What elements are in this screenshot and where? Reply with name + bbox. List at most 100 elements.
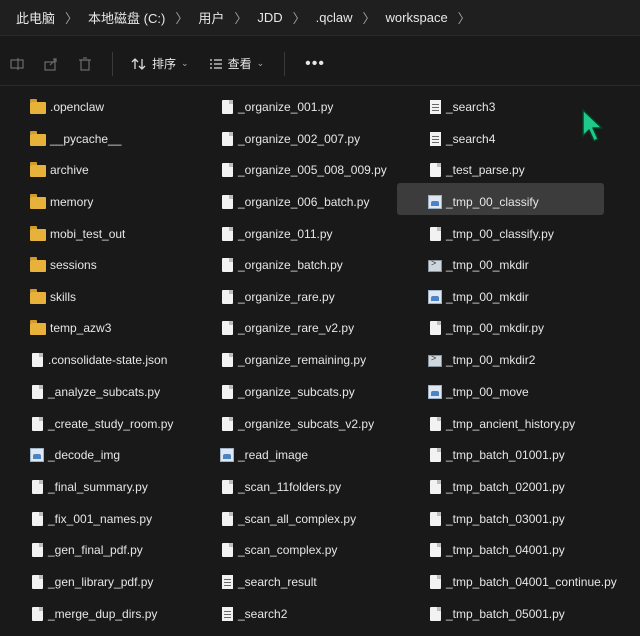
breadcrumb-users[interactable]: 用户 xyxy=(192,8,230,27)
file-item[interactable]: _read_image xyxy=(220,443,308,467)
folder-item[interactable]: .openclaw xyxy=(30,95,104,119)
file-item[interactable]: _tmp_00_classify xyxy=(428,190,539,214)
item-label: _search_result xyxy=(238,575,317,589)
file-item[interactable]: _organize_006_batch.py xyxy=(220,190,369,214)
file-icon xyxy=(32,543,43,557)
file-icon xyxy=(32,353,43,367)
chevron-right-icon[interactable]: 〉 xyxy=(230,8,251,27)
image-file-icon xyxy=(428,385,442,399)
text-document-icon xyxy=(430,132,441,146)
file-item[interactable]: _tmp_00_mkdir2 xyxy=(428,348,535,372)
file-item[interactable]: _final_summary.py xyxy=(30,475,148,499)
file-item[interactable]: _tmp_ancient_history.py xyxy=(428,412,575,436)
file-item[interactable]: _search3 xyxy=(428,95,495,119)
chevron-right-icon[interactable]: 〉 xyxy=(359,8,380,27)
file-item[interactable]: _fix_001_names.py xyxy=(30,507,152,531)
file-item[interactable]: _organize_011.py xyxy=(220,222,333,246)
item-label: _scan_11folders.py xyxy=(238,480,342,494)
image-file-icon xyxy=(30,448,44,462)
file-item[interactable]: .consolidate-state.json xyxy=(30,348,167,372)
file-icon xyxy=(32,417,43,431)
file-item[interactable]: _test_parse.py xyxy=(428,158,525,182)
folder-item[interactable]: mobi_test_out xyxy=(30,222,125,246)
file-item[interactable]: _tmp_00_move xyxy=(428,380,529,404)
item-label: _decode_img xyxy=(48,448,121,462)
chevron-right-icon[interactable]: 〉 xyxy=(289,8,310,27)
item-label: _gen_library_pdf.py xyxy=(48,575,154,589)
command-bar: 排序 ⌄ 查看 ⌄ ••• xyxy=(0,42,640,86)
view-button[interactable]: 查看 ⌄ xyxy=(199,49,275,79)
file-item[interactable]: _scan_complex.py xyxy=(220,538,337,562)
file-icon xyxy=(222,195,233,209)
toolbar-divider xyxy=(284,51,286,76)
file-item[interactable]: _tmp_batch_04001.py xyxy=(428,538,565,562)
file-item[interactable]: _organize_subcats_v2.py xyxy=(220,412,374,436)
file-item[interactable]: _organize_001.py xyxy=(220,95,333,119)
item-label: _tmp_batch_05001.py xyxy=(446,607,565,621)
folder-item[interactable]: archive xyxy=(30,158,89,182)
file-item[interactable]: _decode_img xyxy=(30,443,120,467)
folder-item[interactable]: sessions xyxy=(30,253,97,277)
file-item[interactable]: _search2 xyxy=(220,602,287,626)
file-item[interactable]: _organize_005_008_009.py xyxy=(220,158,387,182)
file-item[interactable]: _search_result xyxy=(220,570,317,594)
item-label: _organize_011.py xyxy=(238,227,333,241)
share-icon[interactable] xyxy=(34,49,68,79)
file-item[interactable]: _organize_rare.py xyxy=(220,285,335,309)
folder-item[interactable]: memory xyxy=(30,190,93,214)
file-item[interactable]: _merge_dup_dirs.py xyxy=(30,602,157,626)
file-item[interactable]: _create_study_room.py xyxy=(30,412,173,436)
file-icon xyxy=(430,448,441,462)
folder-icon xyxy=(30,257,46,272)
file-item[interactable]: _tmp_batch_02001.py xyxy=(428,475,565,499)
item-label: _tmp_batch_02001.py xyxy=(446,480,565,494)
file-item[interactable]: _scan_all_complex.py xyxy=(220,507,356,531)
file-item[interactable]: _tmp_batch_04001_continue.py xyxy=(428,570,617,594)
item-label: _tmp_00_mkdir2 xyxy=(446,353,536,367)
item-label: _tmp_ancient_history.py xyxy=(446,417,576,431)
chevron-right-icon[interactable]: 〉 xyxy=(171,8,192,27)
file-item[interactable]: _tmp_00_mkdir xyxy=(428,285,529,309)
folder-icon xyxy=(30,320,46,335)
file-item[interactable]: _organize_remaining.py xyxy=(220,348,366,372)
file-item[interactable]: _search4 xyxy=(428,127,495,151)
item-label: _search3 xyxy=(446,100,496,114)
file-item[interactable]: _tmp_00_classify.py xyxy=(428,222,554,246)
breadcrumb-local-disk[interactable]: 本地磁盘 (C:) xyxy=(82,8,171,27)
file-item[interactable]: _tmp_batch_03001.py xyxy=(428,507,565,531)
folder-item[interactable]: skills xyxy=(30,285,76,309)
item-label: _tmp_batch_01001.py xyxy=(446,448,565,462)
image-file-icon xyxy=(428,290,442,304)
breadcrumb-workspace[interactable]: workspace xyxy=(380,10,454,25)
delete-icon[interactable] xyxy=(68,49,102,79)
rename-icon[interactable] xyxy=(0,49,34,79)
chevron-right-icon[interactable]: 〉 xyxy=(61,8,82,27)
file-icon xyxy=(430,321,441,335)
file-item[interactable]: _organize_002_007.py xyxy=(220,127,360,151)
file-item[interactable]: _organize_batch.py xyxy=(220,253,343,277)
file-icon xyxy=(222,290,233,304)
file-item[interactable]: _analyze_subcats.py xyxy=(30,380,160,404)
file-item[interactable]: _tmp_00_mkdir.py xyxy=(428,316,544,340)
folder-item[interactable]: __pycache__ xyxy=(30,127,121,151)
file-item[interactable]: _gen_final_pdf.py xyxy=(30,538,143,562)
breadcrumb-jdd[interactable]: JDD xyxy=(251,10,288,25)
file-item[interactable]: _gen_library_pdf.py xyxy=(30,570,153,594)
item-label: _scan_complex.py xyxy=(238,543,338,557)
file-icon xyxy=(32,607,43,621)
file-item[interactable]: _tmp_00_mkdir xyxy=(428,253,529,277)
file-item[interactable]: _organize_rare_v2.py xyxy=(220,316,354,340)
file-icon xyxy=(222,100,233,114)
breadcrumb-qclaw[interactable]: .qclaw xyxy=(310,10,359,25)
item-label: sessions xyxy=(50,258,97,272)
file-item[interactable]: _tmp_batch_05001.py xyxy=(428,602,565,626)
sort-button[interactable]: 排序 ⌄ xyxy=(121,49,199,79)
item-label: _organize_subcats.py xyxy=(238,385,355,399)
file-item[interactable]: _tmp_batch_01001.py xyxy=(428,443,565,467)
breadcrumb-this-pc[interactable]: 此电脑 xyxy=(10,8,61,27)
file-item[interactable]: _scan_11folders.py xyxy=(220,475,341,499)
chevron-right-icon[interactable]: 〉 xyxy=(454,8,475,27)
file-item[interactable]: _organize_subcats.py xyxy=(220,380,355,404)
folder-item[interactable]: temp_azw3 xyxy=(30,316,111,340)
more-options-button[interactable]: ••• xyxy=(293,55,337,73)
